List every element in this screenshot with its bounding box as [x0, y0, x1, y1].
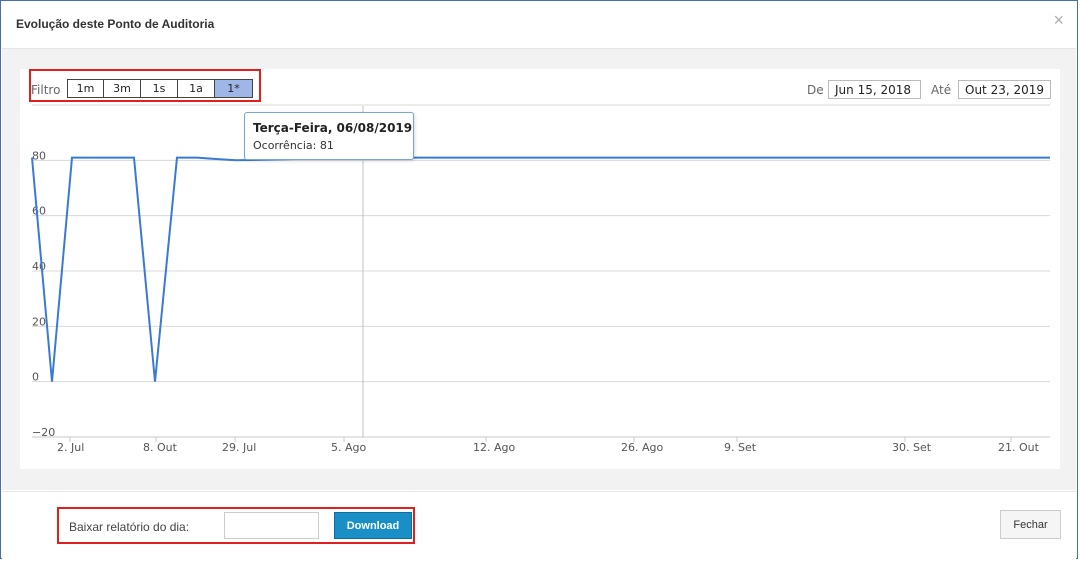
chart-tooltip: Terça-Feira, 06/08/2019 Ocorrência: 81 [244, 112, 414, 160]
x-tick-label: 9. Set [724, 441, 757, 454]
close-icon[interactable]: × [1053, 11, 1064, 29]
to-label: Até [931, 83, 952, 97]
range-button-3m[interactable]: 3m [104, 79, 141, 98]
range-button-1m[interactable]: 1m [67, 79, 104, 98]
x-tick-label: 26. Ago [621, 441, 663, 454]
y-tick-label: 80 [32, 149, 46, 162]
dialog-header: Evolução deste Ponto de Auditoria × [2, 2, 1076, 49]
x-tick-label: 12. Ago [473, 441, 515, 454]
tooltip-title: Terça-Feira, 06/08/2019 [253, 121, 413, 135]
to-date-input[interactable]: Out 23, 2019 [958, 80, 1051, 99]
daily-report-section: Baixar relatório do dia: Download [57, 507, 415, 544]
y-tick-label: 40 [32, 260, 46, 273]
range-button-1a[interactable]: 1a [178, 79, 215, 98]
x-tick-label: 21. Out [998, 441, 1040, 454]
from-label: De [807, 83, 824, 97]
y-tick-label: 0 [32, 371, 39, 384]
x-tick-label: 30. Set [892, 441, 932, 454]
y-tick-label: 20 [32, 315, 46, 328]
download-button[interactable]: Download [334, 512, 412, 539]
from-date-input[interactable]: Jun 15, 2018 [828, 80, 921, 99]
report-date-input[interactable] [224, 512, 319, 539]
dialog-body: 80 60 40 20 0 −20 2. Jul 8. Out 29. Jul 5. Ago 12.… [2, 49, 1076, 490]
x-tick-label: 8. Out [143, 441, 178, 454]
audit-point-dialog: Evolução deste Ponto de Auditoria × 80 60… [0, 0, 1078, 559]
series-line [31, 156, 1050, 382]
tooltip-value: Ocorrência: 81 [253, 139, 334, 152]
y-tick-label: 60 [32, 205, 46, 218]
range-button-group: 1m 3m 1s 1a 1* [67, 79, 253, 98]
dialog-title: Evolução deste Ponto de Auditoria [16, 17, 215, 31]
x-tick-label: 29. Jul [222, 441, 256, 454]
range-button-all[interactable]: 1* [215, 79, 253, 98]
evolution-chart: 806040200−202. Jul 8. Out 29. Jul 5. Ago 12.… [31, 104, 1050, 454]
chart-panel: 80 60 40 20 0 −20 2. Jul 8. Out 29. Jul 5. Ago 12.… [20, 69, 1060, 469]
close-button[interactable]: Fechar [1000, 510, 1061, 539]
filter-label: Filtro [31, 83, 61, 97]
x-tick-label: 2. Jul [57, 441, 84, 454]
x-tick-label: 5. Ago [331, 441, 366, 454]
dialog-footer: Baixar relatório do dia: Download Fechar [2, 491, 1076, 559]
report-label: Baixar relatório do dia: [69, 520, 190, 534]
range-button-1s[interactable]: 1s [141, 79, 178, 98]
